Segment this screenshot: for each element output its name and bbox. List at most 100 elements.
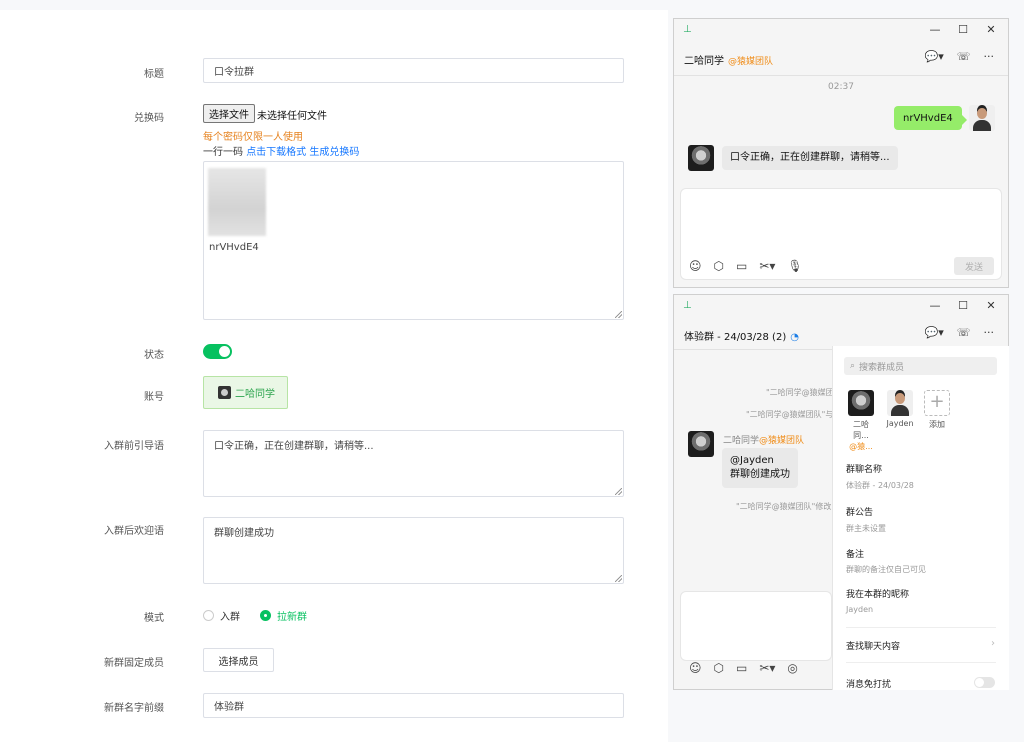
file-status: 未选择任何文件 [257, 111, 327, 122]
mute-label: 消息免打扰 [846, 680, 892, 690]
guide-label: 入群前引导语 [104, 441, 164, 452]
prefix-label: 新群名字前缀 [104, 703, 164, 714]
resize-grip-icon[interactable] [615, 488, 622, 495]
notice-label: 群公告 [846, 508, 874, 518]
contact-message-bubble[interactable]: 口令正确，正在创建群聊，请稍等... [722, 146, 898, 170]
header-actions: 💬▾ ☏ ··· [925, 326, 994, 339]
status-label: 状态 [144, 350, 164, 361]
close-icon[interactable]: ✕ [984, 299, 998, 312]
folder-icon[interactable]: ▭ [736, 661, 747, 675]
resize-grip-icon[interactable] [615, 311, 622, 318]
add-label: 添加 [929, 420, 945, 429]
pin-icon[interactable]: ⊥ [683, 24, 692, 35]
mode-option-label: 拉新群 [277, 612, 307, 623]
member-item[interactable]: Jayden [885, 390, 915, 428]
status-toggle[interactable] [203, 344, 232, 359]
title-bar: ⊥ — ☐ ✕ [674, 19, 1008, 43]
welcome-textarea[interactable]: 群聊创建成功 [203, 517, 624, 584]
divider [846, 662, 996, 663]
message-editor[interactable] [680, 591, 832, 661]
nickname-value[interactable]: Jayden [846, 605, 873, 614]
generate-code-link[interactable]: 生成兑换码 [309, 147, 359, 158]
sender-line: 二哈同学@猿媒团队 [723, 433, 804, 446]
account-avatar [218, 386, 231, 399]
send-button[interactable]: 发送 [954, 257, 994, 275]
folder-icon[interactable]: ▭ [736, 259, 747, 273]
code-warning: 每个密码仅限一人使用 [203, 132, 303, 143]
choose-file-button[interactable]: 选择文件 [203, 104, 255, 123]
contact-avatar[interactable] [688, 145, 714, 171]
minimize-icon[interactable]: — [928, 299, 942, 312]
scissors-icon[interactable]: ✂▾ [759, 661, 775, 675]
editor-toolbar: ☺ ⬡ ▭ ✂▾ 🎙 [689, 259, 803, 273]
code-value: nrVHvdE4 [209, 242, 259, 253]
mode-option-join[interactable]: 入群 [203, 608, 240, 623]
mute-toggle[interactable] [974, 677, 995, 688]
emoji-icon[interactable]: ☺ [689, 259, 702, 273]
chat-name: 二哈同学 [684, 56, 724, 67]
member-tag: @猿... [849, 442, 873, 451]
group-name-value[interactable]: 体验群 - 24/03/28 [846, 480, 914, 491]
guide-textarea[interactable]: 口令正确，正在创建群聊，请稍等... [203, 430, 624, 497]
notice-value[interactable]: 群主未设置 [846, 523, 886, 534]
member-avatar [887, 390, 913, 416]
account-tag[interactable]: 二哈同学 [203, 376, 288, 409]
blurred-image [208, 168, 266, 236]
cube-icon[interactable]: ⬡ [714, 661, 724, 675]
config-form: 标题 口令拉群 兑换码 选择文件 未选择任何文件 每个密码仅限一人使用 一行一码… [0, 10, 668, 742]
member-item[interactable]: 二哈同... @猿... [846, 390, 876, 452]
prefix-input[interactable]: 体验群 [203, 693, 624, 718]
sync-icon[interactable]: ◔ [790, 332, 799, 343]
emoji-icon[interactable]: ☺ [689, 661, 702, 675]
editor-toolbar: ☺ ⬡ ▭ ✂▾ ◎ [689, 661, 798, 675]
sender-name: 二哈同学 [723, 436, 760, 446]
add-member-button[interactable]: + 添加 [922, 390, 952, 430]
group-info-panel: ⌕ 搜索群成员 二哈同... @猿... Jayden + 添加 群聊名称 体验… [832, 346, 1009, 690]
radio-icon [203, 610, 214, 621]
mode-option-label: 入群 [220, 612, 240, 623]
group-message-bubble[interactable]: @Jayden 群聊创建成功 [722, 448, 798, 488]
search-icon: ⌕ [850, 361, 856, 371]
minimize-icon[interactable]: — [928, 23, 942, 36]
phone-icon[interactable]: ☏ [957, 50, 971, 63]
chat-bubble-icon[interactable]: 💬▾ [925, 326, 944, 339]
scissors-icon[interactable]: ✂▾ [759, 259, 775, 273]
plus-icon: + [924, 390, 950, 416]
chevron-right-icon[interactable]: › [991, 638, 995, 649]
cube-icon[interactable]: ⬡ [714, 259, 724, 273]
phone-icon[interactable]: ☏ [957, 326, 971, 339]
close-icon[interactable]: ✕ [984, 23, 998, 36]
my-avatar[interactable] [969, 105, 995, 131]
chat-window-private: ⊥ — ☐ ✕ 二哈同学 @猿媒团队 💬▾ ☏ ··· 02:37 nrVHvdE… [673, 18, 1009, 288]
mention-text: @Jayden [730, 455, 774, 466]
system-message: "二哈同学@猿媒团队"修改 [736, 502, 832, 511]
code-textarea[interactable]: nrVHvdE4 [203, 161, 624, 320]
chat-header: 二哈同学 @猿媒团队 [684, 52, 773, 67]
remark-value[interactable]: 群聊的备注仅自己可见 [846, 564, 926, 575]
mode-option-new-group[interactable]: 拉新群 [260, 608, 307, 623]
download-format-link[interactable]: 点击下载格式 [246, 147, 306, 158]
title-bar: ⊥ — ☐ ✕ [674, 295, 1008, 319]
title-input[interactable]: 口令拉群 [203, 58, 624, 83]
more-icon[interactable]: ··· [984, 326, 995, 339]
microphone-icon[interactable]: 🎙 [787, 259, 802, 273]
maximize-icon[interactable]: ☐ [956, 299, 970, 312]
target-icon[interactable]: ◎ [787, 661, 797, 675]
select-members-button[interactable]: 选择成员 [203, 648, 274, 672]
pin-icon[interactable]: ⊥ [683, 300, 692, 311]
group-name-label: 群聊名称 [846, 465, 883, 475]
find-history-item[interactable]: 查找聊天内容 [846, 639, 900, 652]
more-icon[interactable]: ··· [984, 50, 995, 63]
system-message: "二哈同学@猿媒团队"邀 [766, 388, 832, 397]
chat-window-group: ⊥ — ☐ ✕ 体验群 - 24/03/28 (2) ◔ 💬▾ ☏ ··· "二哈… [673, 294, 1009, 690]
resize-grip-icon[interactable] [615, 575, 622, 582]
remark-label: 备注 [846, 550, 865, 560]
guide-text: 口令正确，正在创建群聊，请稍等... [214, 441, 374, 452]
header-actions: 💬▾ ☏ ··· [925, 50, 994, 63]
title-label: 标题 [144, 69, 164, 80]
maximize-icon[interactable]: ☐ [956, 23, 970, 36]
my-message-bubble[interactable]: nrVHvdE4 [894, 106, 967, 130]
sender-avatar[interactable] [688, 431, 714, 457]
member-search-input[interactable]: ⌕ 搜索群成员 [844, 357, 997, 375]
chat-bubble-icon[interactable]: 💬▾ [925, 50, 944, 63]
